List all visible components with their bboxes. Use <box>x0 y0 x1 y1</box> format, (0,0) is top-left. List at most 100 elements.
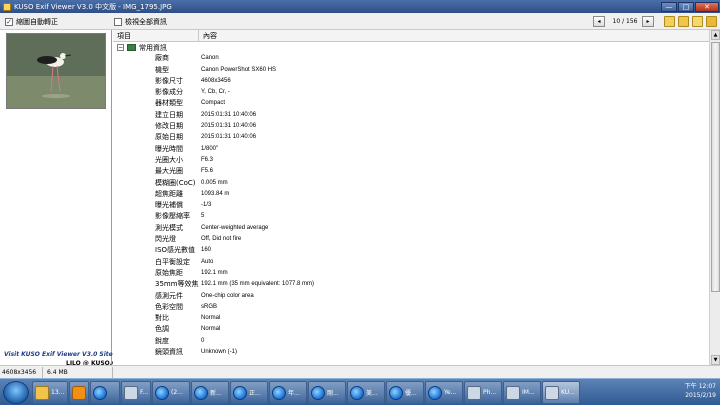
table-row[interactable]: 對比 Normal <box>113 313 709 324</box>
taskbar-item[interactable]: KU... <box>542 381 580 404</box>
start-button[interactable] <box>3 381 29 404</box>
row-label: 影像壓縮率 <box>155 212 190 221</box>
table-row[interactable]: 白平衡設定 Auto <box>113 257 709 268</box>
taskbar-item[interactable]: 正... <box>230 381 268 404</box>
taskbar-item[interactable]: F... <box>121 381 151 404</box>
media-player-icon <box>72 385 86 400</box>
taskbar-item[interactable]: 美... <box>347 381 385 404</box>
table-row[interactable]: 超焦距離 1093.84 m <box>113 189 709 200</box>
taskbar-item-label: 正... <box>249 390 261 397</box>
table-row[interactable]: 光圈大小 F6.3 <box>113 155 709 166</box>
table-row[interactable]: 影像尺寸 4608x3456 <box>113 76 709 87</box>
prev-image-button[interactable]: ◂ <box>593 16 605 27</box>
folder-icon[interactable] <box>678 16 689 27</box>
table-row[interactable]: 修改日期 2015:01:31 10:40:06 <box>113 121 709 132</box>
taskbar-item-label: 剛... <box>327 390 339 397</box>
taskbar-item[interactable]: 優... <box>386 381 424 404</box>
taskbar-item[interactable]: (2... <box>152 381 190 404</box>
taskbar-item[interactable]: 13... <box>32 381 68 404</box>
table-rows: 廠商 Canon 機型 Canon PowerShot SX60 HS 影像尺寸 4608… <box>113 53 709 358</box>
row-label: 建立日期 <box>155 110 183 119</box>
row-label: 影像成分 <box>155 88 183 97</box>
row-label: 閃光燈 <box>155 235 176 244</box>
table-row[interactable]: 曝光時間 1/800" <box>113 144 709 155</box>
close-button[interactable]: ✕ <box>695 1 719 12</box>
taskbar: 13... F... (2... 新... 正... 年... 剛... 美... 優... Ye… <box>0 378 720 405</box>
auto-rotate-option[interactable]: ✓ 縮圖自動轉正 <box>5 17 58 27</box>
table-row[interactable]: 感測元件 One-chip color area <box>113 291 709 302</box>
taskbar-item[interactable] <box>90 381 120 404</box>
taskbar-item-label: 美... <box>366 390 378 397</box>
taskbar-item[interactable]: IM... <box>503 381 541 404</box>
taskbar-item[interactable]: Ph... <box>464 381 502 404</box>
group-row-common[interactable]: − 常用資訊 <box>113 42 709 53</box>
app-icon <box>506 385 520 400</box>
open-folder-icon[interactable] <box>664 16 675 27</box>
row-label: 曝光時間 <box>155 144 183 153</box>
table-header: 項目 內容 <box>113 30 709 42</box>
show-all-checkbox[interactable] <box>114 18 122 26</box>
row-value: 5 <box>201 213 205 220</box>
table-row[interactable]: 曝光補償 -1/3 <box>113 200 709 211</box>
table-row[interactable]: 器材類型 Compact <box>113 98 709 109</box>
table-row[interactable]: 建立日期 2015:01:31 10:40:06 <box>113 110 709 121</box>
table-row[interactable]: 鏡頭資訊 Unknown (-1) <box>113 347 709 358</box>
row-label: 廠商 <box>155 54 169 63</box>
system-clock[interactable]: 下午 12:07 2015/2/19 <box>685 382 716 400</box>
table-row[interactable]: 影像壓縮率 5 <box>113 211 709 222</box>
window-title: KUSO Exif Viewer V3.0 中文版 - IMG_1795.JPG <box>14 2 172 11</box>
info-group-icon <box>127 44 136 52</box>
row-value: -1/3 <box>201 202 212 209</box>
save-icon[interactable] <box>692 16 703 27</box>
scroll-down-icon[interactable]: ▼ <box>711 355 720 365</box>
taskbar-item-label: Ph... <box>483 389 497 396</box>
row-label: 測光模式 <box>155 223 183 232</box>
table-row[interactable]: 35mm等效焦距192.1 mm (35 mm equivalent: 1077… <box>113 279 709 290</box>
maximize-button[interactable]: □ <box>678 1 694 12</box>
auto-rotate-checkbox[interactable]: ✓ <box>5 18 13 26</box>
image-thumbnail[interactable] <box>6 33 106 109</box>
row-label: 色彩空間 <box>155 302 183 311</box>
taskbar-item[interactable]: Ye... <box>425 381 463 404</box>
table-row[interactable]: 模糊圈(CoC) 0.005 mm <box>113 178 709 189</box>
export-icon[interactable] <box>706 16 717 27</box>
row-value: Auto <box>201 258 214 265</box>
table-row[interactable]: 色調 Normal <box>113 324 709 335</box>
table-row[interactable]: 最大光圈 F5.6 <box>113 166 709 177</box>
taskbar-item-label: (2... <box>171 389 183 396</box>
taskbar-item[interactable]: 新... <box>191 381 229 404</box>
table-row[interactable]: 測光模式 Center-weighted average <box>113 223 709 234</box>
promo-link[interactable]: Visit KUSO Exif Viewer V3.0 Site <box>4 351 113 358</box>
row-value: F6.3 <box>201 156 214 163</box>
taskbar-item[interactable]: 年... <box>269 381 307 404</box>
collapse-icon[interactable]: − <box>117 44 124 52</box>
show-all-option[interactable]: 檢視全部資訊 <box>114 17 167 27</box>
table-row[interactable]: 機型 Canon PowerShot SX60 HS <box>113 65 709 76</box>
row-label: 銳度 <box>155 336 169 345</box>
ie-icon <box>428 385 442 400</box>
taskbar-item[interactable]: 剛... <box>308 381 346 404</box>
row-value: 2015:01:31 10:40:06 <box>201 134 257 141</box>
vertical-scrollbar[interactable]: ▲ ▼ <box>709 30 720 365</box>
row-value: Normal <box>201 315 221 322</box>
row-label: 最大光圈 <box>155 167 183 176</box>
table-row[interactable]: ISO感光數值 160 <box>113 245 709 256</box>
taskbar-item[interactable] <box>69 381 89 404</box>
row-value: F5.6 <box>201 168 214 175</box>
ie-icon <box>155 385 169 400</box>
table-row[interactable]: 銳度 0 <box>113 336 709 347</box>
scroll-thumb[interactable] <box>711 42 720 292</box>
column-header-value[interactable]: 內容 <box>199 30 217 41</box>
table-row[interactable]: 廠商 Canon <box>113 53 709 64</box>
column-header-item[interactable]: 項目 <box>113 30 199 41</box>
row-label: 白平衡設定 <box>155 257 190 266</box>
table-row[interactable]: 原始日期 2015:01:31 10:40:06 <box>113 132 709 143</box>
table-row[interactable]: 閃光燈 Off, Did not fire <box>113 234 709 245</box>
scroll-up-icon[interactable]: ▲ <box>711 30 720 40</box>
title-bar[interactable]: KUSO Exif Viewer V3.0 中文版 - IMG_1795.JPG… <box>0 0 720 13</box>
table-row[interactable]: 原始焦距 192.1 mm <box>113 268 709 279</box>
minimize-button[interactable]: — <box>661 1 677 12</box>
next-image-button[interactable]: ▸ <box>642 16 654 27</box>
table-row[interactable]: 色彩空間 sRGB <box>113 302 709 313</box>
table-row[interactable]: 影像成分 Y, Cb, Cr, - <box>113 87 709 98</box>
